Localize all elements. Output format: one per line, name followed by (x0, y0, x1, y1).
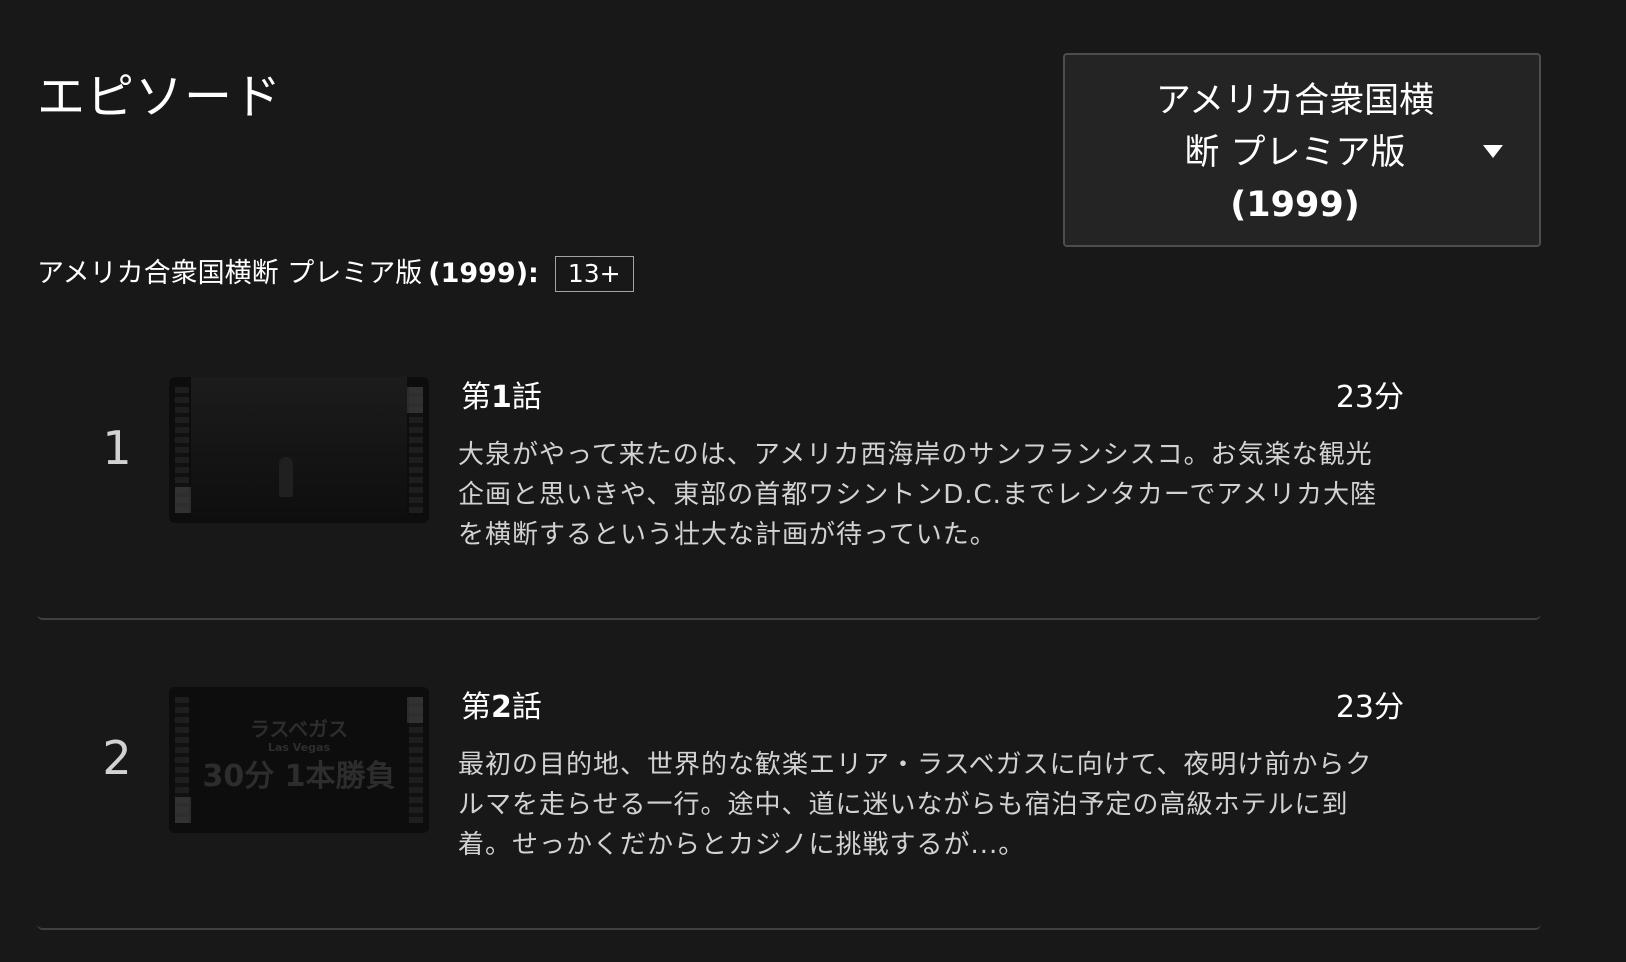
episode-description-line: 大泉がやって来たのは、アメリカ西海岸のサンフランシスコ。お気楽な観光 (458, 440, 1373, 470)
episode-index: 1 (102, 421, 132, 475)
episode-duration: 23分 (1335, 380, 1404, 415)
episode-thumbnail[interactable]: ラスベガス Las Vegas 30分 1本勝負 (169, 687, 429, 833)
episode-item-1[interactable]: 1 第1話 23分 大泉がやって来たのは、アメリカ西海岸のサンフランシスコ。お気… (37, 310, 1541, 620)
episode-description: 最初の目的地、世界的な歓楽エリア・ラスベガスに向けて、夜明け前からク ルマを走ら… (458, 745, 1408, 865)
episode-title-suffix: 話 (511, 380, 542, 415)
episode-description-line: 着。せっかくだからとカジノに挑戦するが...。 (458, 830, 1026, 860)
season-selector-year: (1999) (1230, 185, 1360, 225)
episode-description: 大泉がやって来たのは、アメリカ西海岸のサンフランシスコ。お気楽な観光 企画と思い… (458, 435, 1408, 555)
season-info-title: アメリカ合衆国横断 プレミア版 (37, 258, 423, 289)
episode-title-suffix: 話 (511, 690, 542, 725)
episode-title-prefix: 第 (461, 690, 491, 725)
season-selector-line2: 断 プレミア版 (1184, 133, 1406, 173)
show-logo-icon (175, 487, 191, 513)
thumbnail-text: Las Vegas (267, 741, 331, 754)
thumbnail-text: ラスベガス (249, 717, 349, 741)
season-selector-label: アメリカ合衆国横 断 プレミア版 (1999) (1105, 75, 1485, 231)
episode-title: 第1話 (461, 378, 542, 418)
episode-thumbnail[interactable] (169, 377, 429, 523)
caret-down-icon (1483, 145, 1503, 158)
episode-title-number: 2 (491, 690, 512, 725)
episode-title: 第2話 (461, 688, 542, 728)
episode-title-number: 1 (491, 380, 512, 415)
season-selector-dropdown[interactable]: アメリカ合衆国横 断 プレミア版 (1999) (1063, 53, 1541, 247)
thumbnail-text: 30分 1本勝負 (202, 759, 396, 794)
maturity-rating-badge: 13+ (554, 256, 634, 292)
season-info: アメリカ合衆国横断 プレミア版 (1999): 13+ (37, 254, 634, 294)
episode-description-line: を横断するという壮大な計画が待っていた。 (458, 520, 997, 550)
season-selector-line1: アメリカ合衆国横 (1155, 81, 1435, 121)
episode-title-prefix: 第 (461, 380, 491, 415)
page-title: エピソード (37, 69, 283, 125)
episode-description-line: ルマを走らせる一行。途中、道に迷いながらも宿泊予定の高級ホテルに到 (458, 790, 1349, 820)
season-info-year: (1999): (428, 258, 539, 289)
show-logo-icon (407, 697, 423, 723)
episode-description-line: 企画と思いきや、東部の首都ワシントンD.C.までレンタカーでアメリカ大陸 (458, 480, 1378, 510)
thumbnail-figure (279, 457, 293, 497)
show-logo-icon (175, 797, 191, 823)
episode-index: 2 (102, 731, 132, 785)
show-logo-icon (407, 387, 423, 413)
episode-duration: 23分 (1335, 690, 1404, 725)
thumbnail-title-overlay: ラスベガス Las Vegas 30分 1本勝負 (199, 717, 399, 795)
thumbnail-scene (191, 377, 407, 523)
episode-description-line: 最初の目的地、世界的な歓楽エリア・ラスベガスに向けて、夜明け前からク (458, 750, 1373, 780)
episode-item-2[interactable]: 2 ラスベガス Las Vegas 30分 1本勝負 第2話 23分 最初の目的… (37, 620, 1541, 930)
